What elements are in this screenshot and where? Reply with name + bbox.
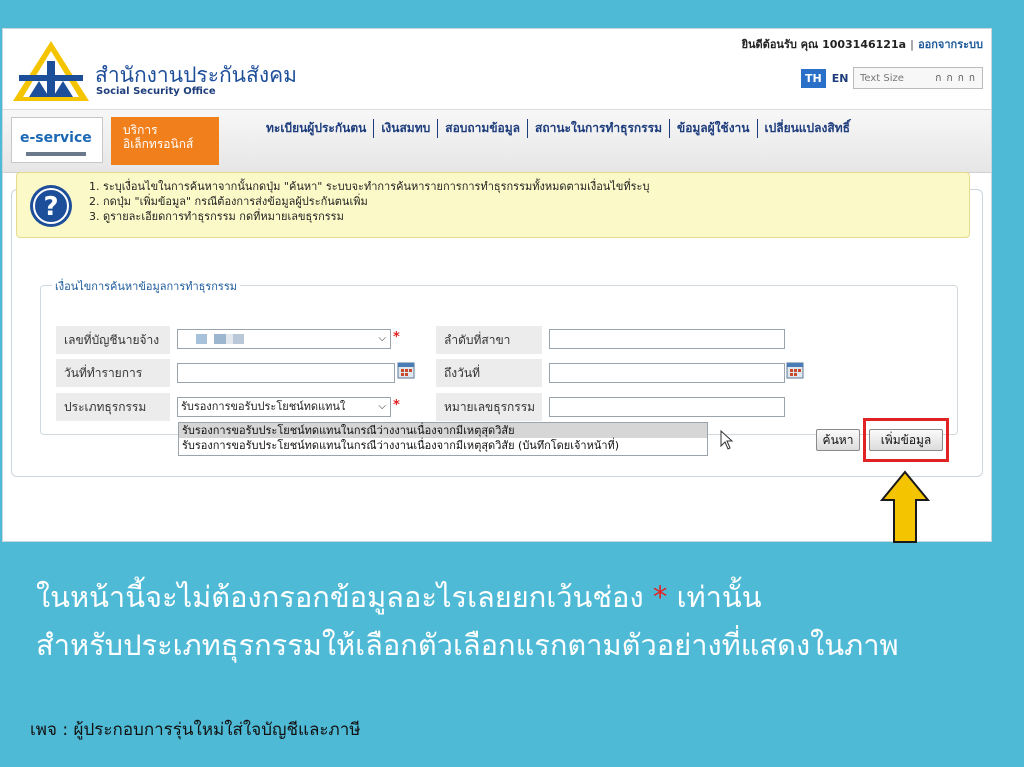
caption-line-1: ในหน้านี้จะไม่ต้องกรอกข้อมูลอะไรเลยยกเว้…: [36, 574, 762, 620]
redacted-account: [196, 334, 256, 344]
caption-star: *: [652, 580, 668, 614]
chevron-down-icon: ⌵: [376, 398, 386, 416]
transaction-type-label: ประเภทธุรกรรม: [56, 393, 170, 421]
laptop-icon: [26, 152, 86, 156]
sso-logo-icon: [13, 41, 89, 101]
help-list: 1. ระบุเงื่อนไขในการค้นหาจากนั้นกดปุ่ม "…: [89, 179, 649, 224]
eservice-line2: อิเล็กทรอนิกส์: [123, 137, 194, 151]
menu-item-insured-registration[interactable]: ทะเบียนผู้ประกันตน: [259, 119, 373, 138]
logout-link[interactable]: ออกจากระบบ: [918, 38, 983, 51]
menu-item-change-rights[interactable]: เปลี่ยนแปลงสิทธิ์: [756, 119, 857, 138]
org-name-english: Social Security Office: [96, 86, 216, 97]
caption-text: ในหน้านี้จะไม่ต้องกรอกข้อมูลอะไรเลยยกเว้…: [36, 580, 644, 614]
help-item: 3. ดูรายละเอียดการทำธุรกรรม กดที่หมายเลข…: [89, 210, 344, 223]
search-button[interactable]: ค้นหา: [816, 429, 860, 451]
dropdown-option[interactable]: รับรองการขอรับประโยชน์ทดแทนในกรณีว่างงาน…: [179, 438, 707, 453]
transaction-type-value: รับรองการขอรับประโยชน์ทดแทนใ: [181, 400, 346, 413]
menu-item-inquiry[interactable]: สอบถามข้อมูล: [437, 119, 527, 138]
help-item: 1. ระบุเงื่อนไขในการค้นหาจากนั้นกดปุ่ม "…: [89, 180, 650, 193]
text-size-options[interactable]: ก ก ก ก: [935, 71, 976, 86]
to-date-label: ถึงวันที่: [436, 359, 542, 387]
branch-label: ลำดับที่สาขา: [436, 326, 542, 354]
menu-item-transaction-status[interactable]: สถานะในการทำธุรกรรม: [527, 119, 669, 138]
calendar-icon[interactable]: [397, 361, 415, 379]
eservice-logo: e-service: [11, 117, 103, 163]
transaction-no-input[interactable]: [549, 397, 785, 417]
eservice-label: e-service: [20, 130, 92, 146]
transaction-date-input[interactable]: [177, 363, 395, 383]
text-size-label: Text Size: [860, 72, 904, 84]
transaction-type-dropdown: รับรองการขอรับประโยชน์ทดแทนในกรณีว่างงาน…: [178, 422, 708, 456]
menu-item-contribution[interactable]: เงินสมทบ: [373, 119, 437, 138]
caption-line-2: สำหรับประเภทธุรกรรมให้เลือกตัวเลือกแรกตา…: [36, 628, 899, 662]
transaction-date-label: วันที่ทำรายการ: [56, 359, 170, 387]
language-switch: TH EN: [801, 69, 851, 88]
employer-account-label: เลขที่บัญชีนายจ้าง: [56, 326, 170, 354]
svg-text:?: ?: [43, 192, 58, 222]
dropdown-option[interactable]: รับรองการขอรับประโยชน์ทดแทนในกรณีว่างงาน…: [179, 423, 707, 438]
main-menu: ทะเบียนผู้ประกันตน เงินสมทบ สอบถามข้อมูล…: [259, 119, 857, 138]
question-icon: ?: [30, 185, 72, 227]
employer-account-select[interactable]: ⌵: [177, 329, 391, 349]
lang-th-button[interactable]: TH: [801, 69, 826, 88]
welcome-text: ยินดีต้อนรับ คุณ 1003146121a: [741, 38, 907, 51]
chevron-down-icon: ⌵: [378, 333, 386, 344]
required-mark: *: [393, 330, 400, 345]
mouse-cursor-icon: [720, 430, 734, 450]
help-item: 2. กดปุ่ม "เพิ่มข้อมูล" กรณีต้องการส่งข้…: [89, 195, 368, 208]
eservice-line1: บริการ: [123, 123, 158, 137]
help-box: ? 1. ระบุเงื่อนไขในการค้นหาจากนั้นกดปุ่ม…: [16, 172, 970, 238]
search-legend: เงื่อนไขการค้นหาข้อมูลการทำธุรกรรม: [52, 277, 240, 295]
lang-en-button[interactable]: EN: [829, 69, 852, 88]
transaction-no-label: หมายเลขธุรกรรม: [436, 393, 542, 421]
branch-input[interactable]: [549, 329, 785, 349]
highlight-box: [863, 418, 949, 462]
menu-item-user-info[interactable]: ข้อมูลผู้ใช้งาน: [668, 119, 757, 138]
footer-credit: เพจ : ผู้ประกอบการรุ่นใหม่ใส่ใจบัญชีและภ…: [30, 720, 361, 740]
required-mark: *: [393, 398, 400, 413]
to-date-input[interactable]: [549, 363, 785, 383]
text-size-control[interactable]: Text Size ก ก ก ก: [853, 67, 983, 89]
transaction-type-select[interactable]: รับรองการขอรับประโยชน์ทดแทนใ ⌵: [177, 397, 391, 417]
up-arrow-icon: [880, 470, 930, 543]
calendar-icon[interactable]: [786, 361, 804, 379]
eservice-banner: บริการ อิเล็กทรอนิกส์: [111, 117, 219, 165]
user-bar: ยินดีต้อนรับ คุณ 1003146121a | ออกจากระบบ: [741, 38, 983, 51]
caption-text: เท่านั้น: [676, 580, 762, 614]
